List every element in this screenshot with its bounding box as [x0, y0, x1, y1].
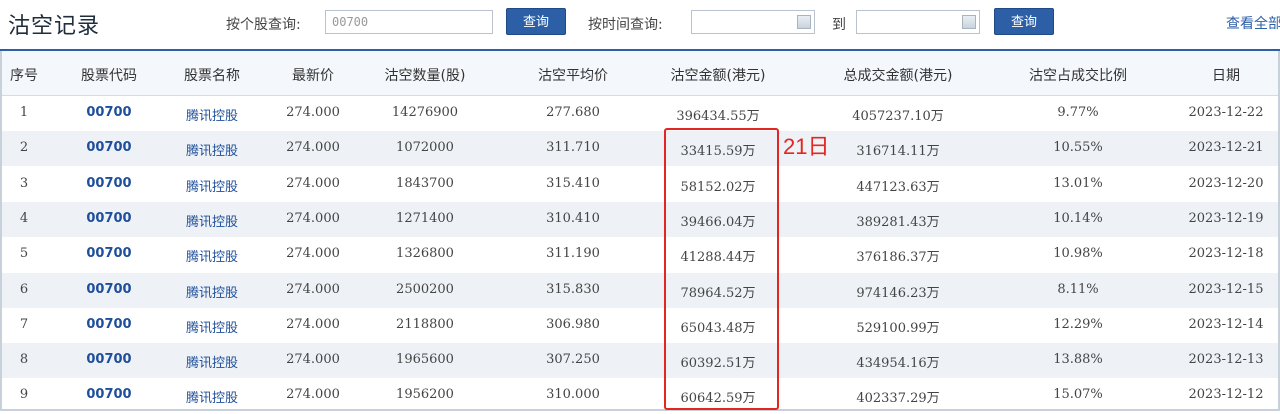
highlight-box [664, 128, 779, 410]
cell-col-total: 434954.16万 [856, 356, 940, 372]
header-col-date: 日期 [1212, 68, 1240, 84]
table-row: 4 00700 腾讯控股 274.000 1271400 310.410 39466.04万… [0, 201, 1280, 237]
header-col-amount: 沽空金额(港元) [670, 68, 766, 84]
cell-col-qty: 1072000 [396, 140, 454, 156]
cell-col-qty: 1843700 [396, 175, 454, 191]
table-row: 7 00700 腾讯控股 274.000 2118800 306.980 65043.48万… [0, 308, 1280, 343]
cell-col-total: 402337.29万 [856, 391, 940, 407]
cell-col-total: 389281.43万 [856, 214, 940, 230]
cell-col-date: 2023-12-20 [1188, 175, 1264, 191]
cell-col-date: 2023-12-14 [1188, 316, 1264, 332]
stock-code-input[interactable]: 00700 [325, 10, 493, 34]
table-row: 5 00700 腾讯控股 274.000 1326800 311.190 41288.44万… [0, 237, 1280, 272]
cell-col-total: 316714.11万 [856, 144, 940, 160]
cell-col-qty: 1965600 [396, 352, 454, 368]
header-col-ratio: 沽空占成交比例 [1029, 68, 1127, 84]
view-all-link[interactable]: 查看全部 [1226, 13, 1280, 33]
cell-col-avg: 315.410 [546, 175, 600, 191]
cell-col-date: 2023-12-21 [1188, 140, 1264, 156]
cell-col-qty: 14276900 [391, 105, 459, 120]
cell-col-ratio: 10.55% [1053, 140, 1103, 156]
table-border-bottom [0, 409, 1280, 411]
cell-col-avg: 307.250 [546, 352, 600, 368]
cell-col-date: 2023-12-19 [1188, 210, 1264, 226]
cell-col-qty: 1326800 [396, 246, 454, 262]
cell-col-avg: 315.830 [546, 281, 600, 297]
cell-col-qty: 2500200 [396, 281, 454, 297]
header-col-avg: 沽空平均价 [538, 68, 608, 84]
header-col-qty: 沽空数量(股) [384, 68, 466, 84]
stock-query-label: 按个股查询: [226, 17, 301, 33]
cell-col-date: 2023-12-15 [1188, 281, 1264, 297]
toolbar: 沽空记录 按个股查询: 00700 查询 按时间查询: 到 查询 查看全部 [0, 0, 1280, 50]
cell-col-ratio: 13.01% [1053, 175, 1103, 191]
cell-col-avg: 310.410 [546, 210, 600, 226]
cell-col-ratio: 15.07% [1053, 387, 1103, 403]
table-row: 6 00700 腾讯控股 274.000 2500200 315.830 78964.52万… [0, 272, 1280, 308]
table-header: 序号 股票代码 股票名称 最新价 沽空数量(股) 沽空平均价 沽空金额(港元) 总成交金额(港… [0, 51, 1280, 96]
stock-query-button[interactable]: 查询 [506, 8, 566, 35]
cell-col-ratio: 8.11% [1057, 281, 1099, 297]
cell-col-date: 2023-12-22 [1188, 105, 1264, 120]
cell-col-date: 2023-12-12 [1188, 387, 1264, 403]
calendar-icon[interactable] [962, 15, 976, 29]
cell-col-avg: 311.710 [546, 140, 600, 156]
cell-col-ratio: 10.14% [1053, 210, 1103, 226]
cell-col-avg: 311.190 [546, 246, 600, 262]
annotation-note: 21日 [783, 134, 830, 159]
table-row: 2 00700 腾讯控股 274.000 1072000 311.710 33415.59万… [0, 131, 1280, 167]
table-row: 3 00700 腾讯控股 274.000 1843700 315.410 58152.02万… [0, 167, 1280, 202]
cell-col-total: 376186.37万 [856, 250, 940, 266]
cell-col-avg: 310.000 [546, 387, 600, 403]
cell-col-date: 2023-12-13 [1188, 352, 1264, 368]
cell-col-total: 974146.23万 [856, 285, 940, 301]
table-border-left [0, 51, 2, 410]
cell-col-ratio: 9.77% [1057, 105, 1099, 120]
cell-col-ratio: 10.98% [1053, 246, 1103, 262]
cell-col-avg: 306.980 [546, 316, 600, 332]
to-label: 到 [832, 17, 846, 33]
cell-col-qty: 1956200 [396, 387, 454, 403]
time-query-button[interactable]: 查询 [994, 8, 1054, 35]
end-date-input[interactable] [856, 10, 980, 34]
cell-col-total: 447123.63万 [856, 179, 940, 195]
cell-col-avg: 277.680 [546, 105, 600, 120]
cell-col-date: 2023-12-18 [1188, 246, 1264, 262]
calendar-icon[interactable] [797, 15, 811, 29]
time-query-label: 按时间查询: [588, 17, 663, 33]
start-date-input[interactable] [691, 10, 815, 34]
cell-col-total: 529100.99万 [856, 320, 940, 336]
header-col-total: 总成交金额(港元) [843, 68, 953, 84]
cell-col-total: 4057237.10万 [852, 109, 944, 124]
cell-col-ratio: 12.29% [1053, 316, 1103, 332]
cell-col-ratio: 13.88% [1053, 352, 1103, 368]
table-row: 8 00700 腾讯控股 274.000 1965600 307.250 60392.51万… [0, 343, 1280, 379]
cell-col-qty: 2118800 [396, 316, 454, 332]
cell-col-qty: 1271400 [396, 210, 454, 226]
table-row: 1 00700 腾讯控股 274.000 14276900 277.680 396434.5… [0, 96, 1280, 131]
page-title: 沽空记录 [8, 14, 101, 39]
cell-col-amount: 396434.55万 [676, 109, 760, 124]
